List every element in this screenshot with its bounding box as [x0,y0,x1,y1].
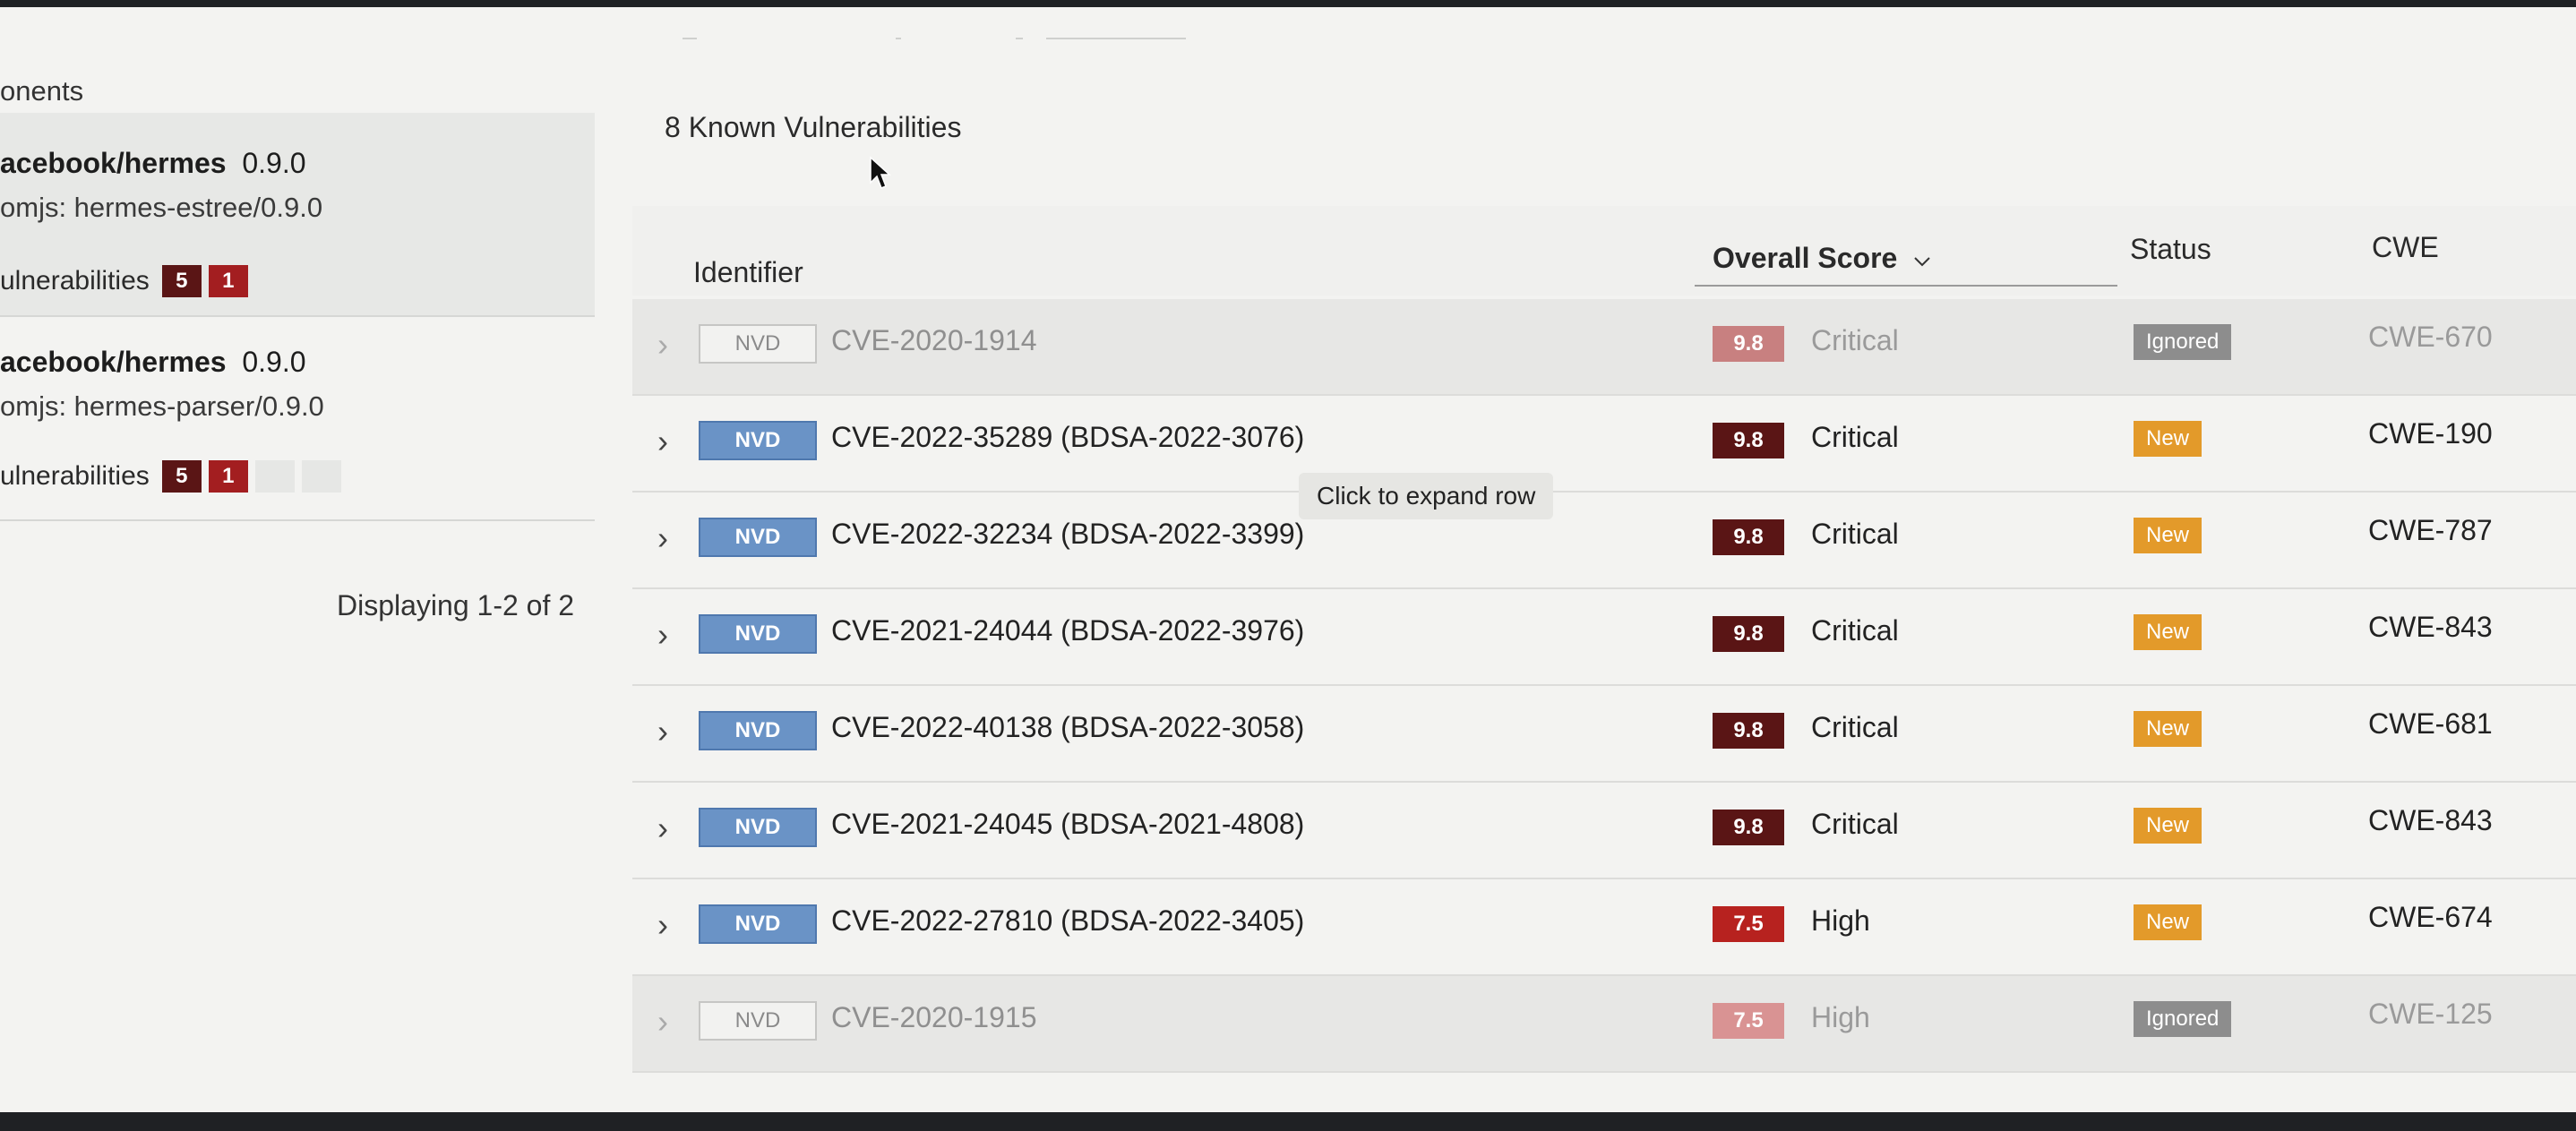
component-package: omjs: hermes-estree/0.9.0 [0,192,323,223]
score-badge: 9.8 [1713,326,1784,362]
pagination-summary: Displaying 1-2 of 2 [337,589,575,621]
chevron-right-icon[interactable]: › [657,713,668,750]
screen-bezel [0,1112,2576,1131]
empty-badge: 0 [301,460,341,493]
table-row[interactable]: › NVD CVE-2021-24045 (BDSA-2021-4808) 9.… [632,783,2576,879]
column-header-overall-score[interactable]: Overall Score [1713,242,1932,275]
vulnerabilities-label: ulnerabilities [0,266,150,296]
chevron-right-icon[interactable]: › [657,423,668,460]
component-name: acebook/hermes 0.9.0 [0,346,306,378]
component-vulnerabilities: ulnerabilities 5 1 [0,265,248,297]
cwe-id: CWE-843 [2368,804,2493,836]
vulnerability-id[interactable]: CVE-2022-40138 (BDSA-2022-3058) [831,711,1304,744]
table-row[interactable]: › NVD CVE-2020-1915 7.5 High Ignored CWE… [632,976,2576,1073]
components-panel: onents acebook/hermes 0.9.0 omjs: hermes… [0,7,600,1119]
status-badge: New [2134,711,2202,747]
source-badge: NVD [699,518,817,557]
severity-label: Critical [1811,711,1899,743]
score-badge: 7.5 [1713,906,1784,942]
panel-title: onents [0,75,84,107]
table-row[interactable]: › NVD CVE-2020-1914 9.8 Critical Ignored… [632,299,2576,396]
score-badge: 9.8 [1713,616,1784,652]
score-badge: 9.8 [1713,423,1784,458]
component-name: acebook/hermes 0.9.0 [0,147,306,179]
known-vulnerabilities-count: 8 Known Vulnerabilities [665,111,962,143]
sort-indicator-underline [1695,285,2117,287]
cwe-id: CWE-125 [2368,998,2493,1030]
vulnerability-id[interactable]: CVE-2022-35289 (BDSA-2022-3076) [831,421,1304,454]
cwe-id: CWE-681 [2368,707,2493,740]
component-vulnerabilities: ulnerabilities 5 1 0 0 [0,460,341,493]
chevron-right-icon[interactable]: › [657,616,668,654]
source-badge: NVD [699,421,817,460]
status-badge: New [2134,808,2202,844]
source-badge: NVD [699,808,817,847]
cwe-id: CWE-190 [2368,417,2493,450]
status-badge: New [2134,904,2202,940]
expand-row-tooltip: Click to expand row [1299,473,1554,519]
critical-count-badge: 5 [161,265,202,297]
high-count-badge: 1 [208,460,248,493]
cwe-id: CWE-787 [2368,514,2493,546]
vulnerability-id[interactable]: CVE-2022-32234 (BDSA-2022-3399) [831,518,1304,551]
source-badge: NVD [699,904,817,944]
severity-label: Critical [1811,808,1899,840]
column-header-identifier[interactable]: Identifier [693,256,803,289]
component-package: omjs: hermes-parser/0.9.0 [0,390,324,422]
vulnerability-id[interactable]: CVE-2020-1914 [831,324,1036,357]
chevron-right-icon[interactable]: › [657,519,668,557]
high-count-badge: 1 [208,265,248,297]
column-header-status[interactable]: Status [2130,233,2211,266]
score-badge: 9.8 [1713,713,1784,749]
empty-badge: 0 [254,460,295,493]
vulnerability-id[interactable]: CVE-2021-24044 (BDSA-2022-3976) [831,614,1304,647]
app-screen: onents acebook/hermes 0.9.0 omjs: hermes… [0,7,2576,1119]
vulnerabilities-label: ulnerabilities [0,461,150,491]
vulnerabilities-panel: 8 Known Vulnerabilities Identifier Overa… [632,7,2576,1119]
score-badge: 9.8 [1713,810,1784,845]
severity-label: High [1811,904,1870,937]
status-badge: New [2134,518,2202,553]
table-header: Identifier Overall Score Status CWE [632,206,2576,296]
status-badge: New [2134,421,2202,457]
chevron-right-icon[interactable]: › [657,326,668,364]
table-row[interactable]: › NVD CVE-2021-24044 (BDSA-2022-3976) 9.… [632,589,2576,686]
mouse-cursor-icon [870,156,891,189]
component-card-estree[interactable]: acebook/hermes 0.9.0 omjs: hermes-estree… [0,113,595,317]
status-badge: Ignored [2134,1001,2232,1037]
status-badge: Ignored [2134,324,2232,360]
source-badge: NVD [699,614,817,654]
cwe-id: CWE-843 [2368,611,2493,643]
table-row[interactable]: › NVD CVE-2022-27810 (BDSA-2022-3405) 7.… [632,879,2576,976]
chevron-right-icon[interactable]: › [657,810,668,847]
chevron-right-icon[interactable]: › [657,906,668,944]
table-row[interactable]: › NVD CVE-2022-40138 (BDSA-2022-3058) 9.… [632,686,2576,783]
chevron-right-icon[interactable]: › [657,1003,668,1041]
severity-label: Critical [1811,518,1899,550]
severity-label: Critical [1811,421,1899,453]
vulnerability-id[interactable]: CVE-2022-27810 (BDSA-2022-3405) [831,904,1304,938]
critical-count-badge: 5 [161,460,202,493]
table-row[interactable]: › NVD CVE-2022-32234 (BDSA-2022-3399) 9.… [632,493,2576,589]
severity-label: Critical [1811,324,1899,356]
column-header-cwe[interactable]: CWE [2372,231,2439,264]
score-badge: 9.8 [1713,519,1784,555]
source-badge: NVD [699,711,817,750]
chevron-down-icon [1914,257,1930,267]
source-badge: NVD [699,1001,817,1041]
source-badge: NVD [699,324,817,364]
severity-label: Critical [1811,614,1899,647]
vulnerability-id[interactable]: CVE-2021-24045 (BDSA-2021-4808) [831,808,1304,841]
vulnerability-id[interactable]: CVE-2020-1915 [831,1001,1036,1034]
cwe-id: CWE-674 [2368,901,2493,933]
severity-label: High [1811,1001,1870,1033]
cwe-id: CWE-670 [2368,321,2493,353]
component-card-parser[interactable]: acebook/hermes 0.9.0 omjs: hermes-parser… [0,317,595,521]
score-badge: 7.5 [1713,1003,1784,1039]
table-row[interactable]: › NVD CVE-2022-35289 (BDSA-2022-3076) 9.… [632,396,2576,493]
status-badge: New [2134,614,2202,650]
